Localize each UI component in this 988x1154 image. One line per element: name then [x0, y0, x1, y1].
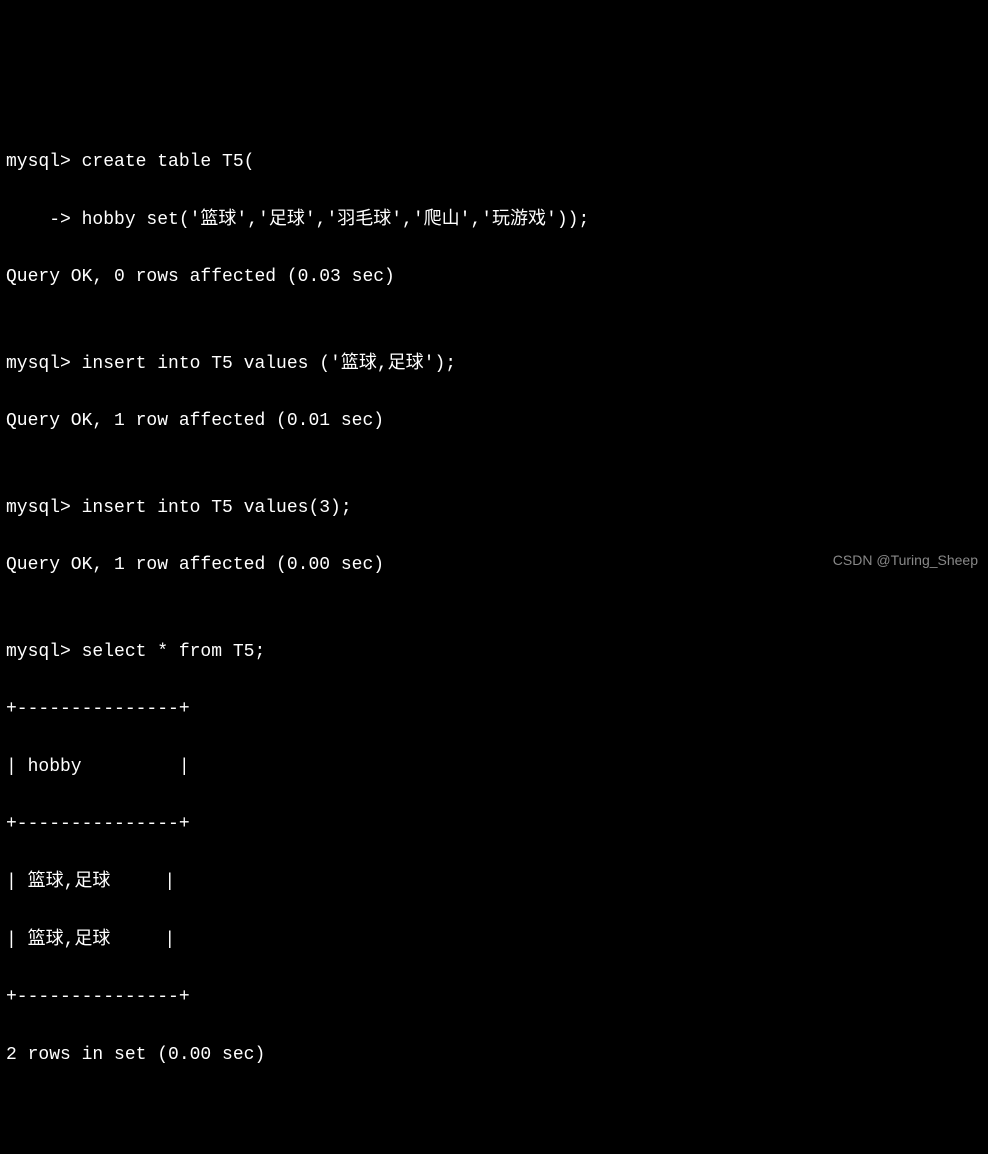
terminal-line: +---------------+	[6, 695, 982, 724]
terminal-line: Query OK, 0 rows affected (0.03 sec)	[6, 263, 982, 292]
terminal-line: Query OK, 1 row affected (0.01 sec)	[6, 407, 982, 436]
terminal-line: mysql> insert into T5 values ('篮球,足球');	[6, 350, 982, 379]
terminal-line: 2 rows in set (0.00 sec)	[6, 1041, 982, 1070]
terminal-line: mysql> insert into T5 values(3);	[6, 494, 982, 523]
terminal-line: +---------------+	[6, 810, 982, 839]
watermark-text: CSDN @Turing_Sheep	[833, 549, 978, 571]
terminal-line: | 篮球,足球 |	[6, 868, 982, 897]
terminal-line: mysql> create table T5(	[6, 148, 982, 177]
terminal-line: mysql> select * from T5;	[6, 638, 982, 667]
terminal-output[interactable]: mysql> create table T5( -> hobby set('篮球…	[6, 119, 982, 1098]
terminal-line: -> hobby set('篮球','足球','羽毛球','爬山','玩游戏')…	[6, 206, 982, 235]
terminal-line: +---------------+	[6, 983, 982, 1012]
terminal-line: | hobby |	[6, 753, 982, 782]
terminal-line: | 篮球,足球 |	[6, 926, 982, 955]
